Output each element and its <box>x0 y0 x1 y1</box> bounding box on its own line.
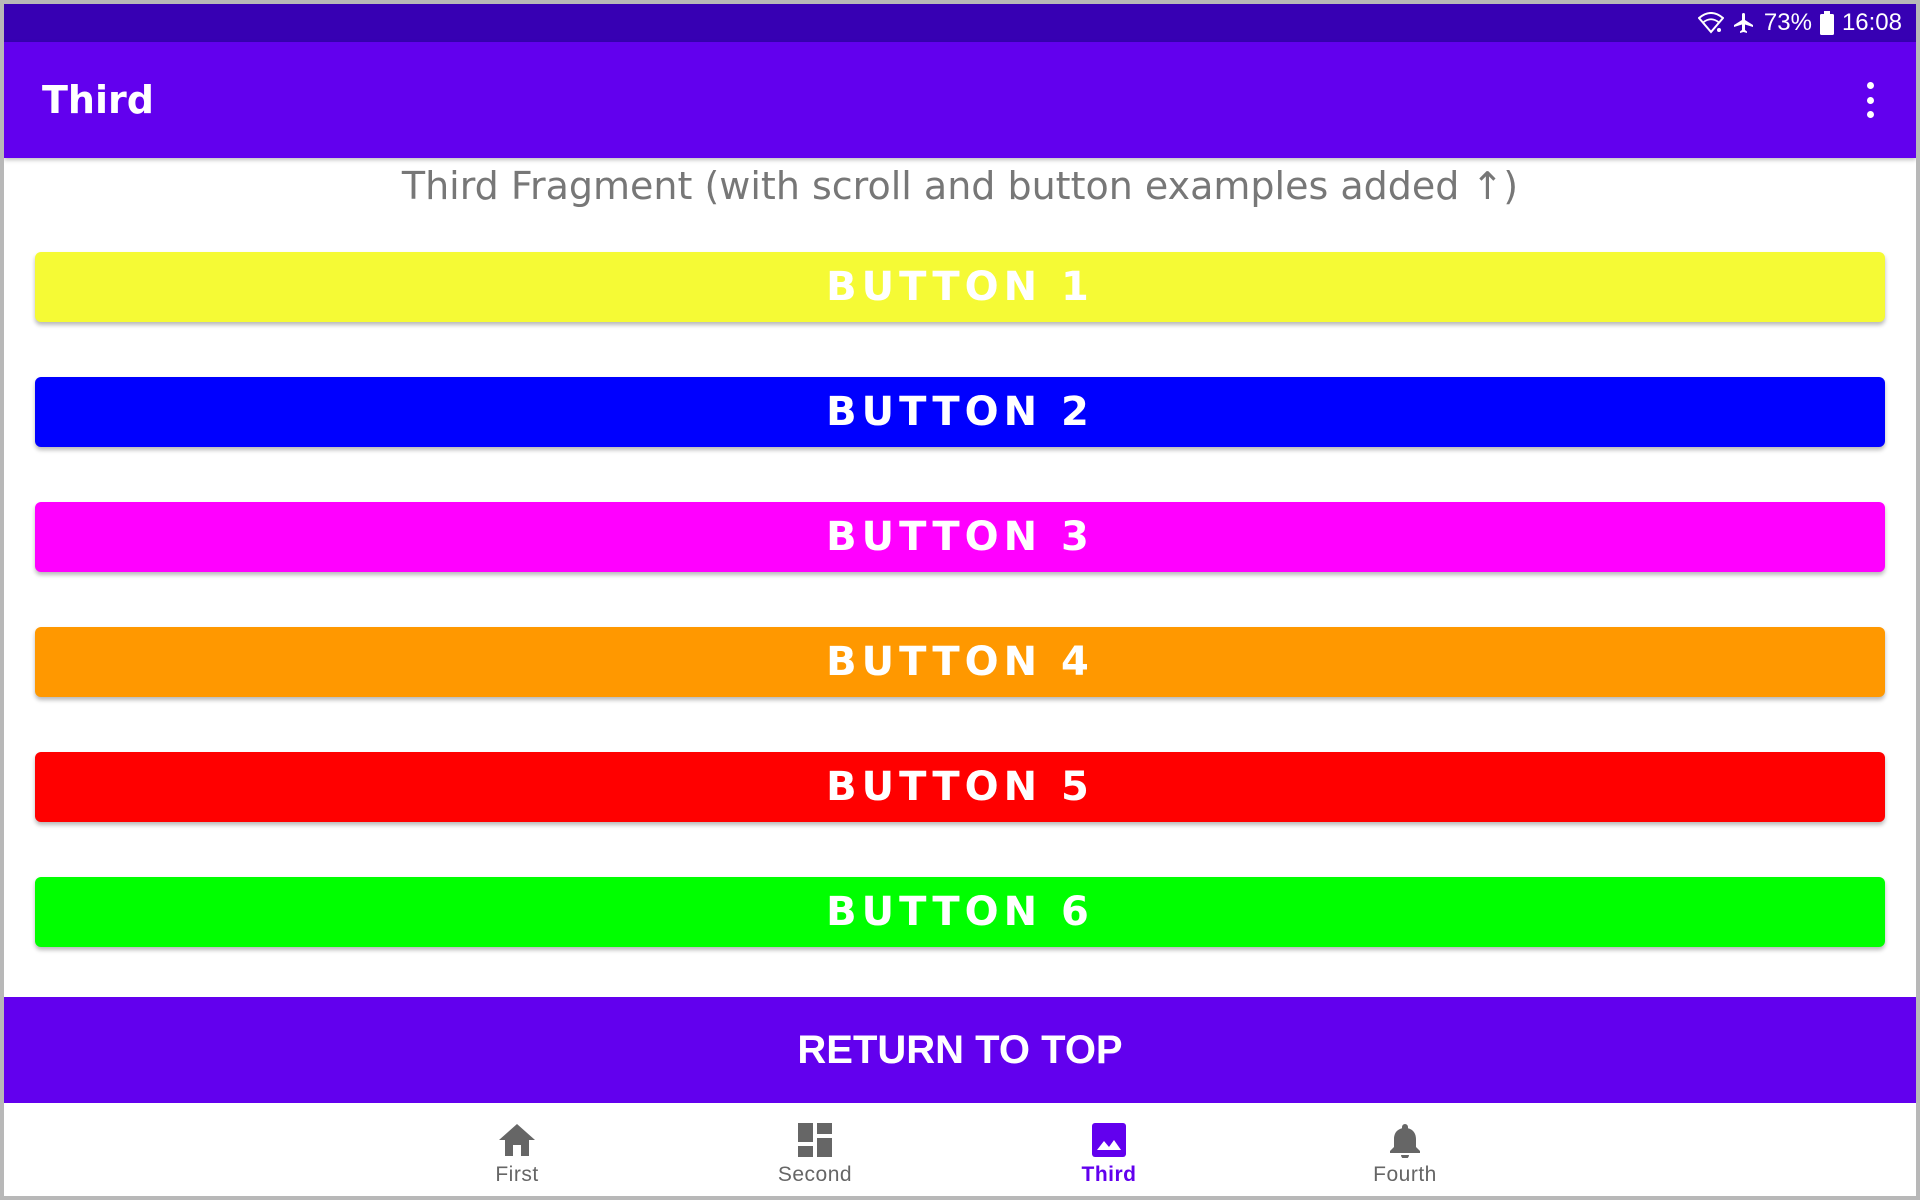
nav-item-first[interactable]: First <box>442 1103 592 1196</box>
bell-icon <box>1389 1121 1421 1159</box>
nav-label-third: Third <box>1081 1163 1137 1186</box>
button-5[interactable]: BUTTON 5 <box>35 752 1885 822</box>
nav-label-second: Second <box>777 1163 853 1186</box>
battery-percent: 73% <box>1763 9 1812 36</box>
button-2[interactable]: BUTTON 2 <box>35 377 1885 447</box>
dashboard-icon <box>798 1121 832 1159</box>
page-title: Third <box>42 78 154 122</box>
return-to-top-button[interactable]: RETURN TO TOP <box>4 997 1916 1103</box>
home-icon <box>498 1121 536 1159</box>
fragment-heading: Third Fragment (with scroll and button e… <box>401 164 1519 208</box>
more-vert-icon[interactable] <box>1860 82 1880 118</box>
status-bar: 73% 16:08 <box>4 4 1916 42</box>
airplane-icon <box>1732 11 1756 35</box>
app-bar: Third <box>4 42 1916 158</box>
battery-icon <box>1819 11 1834 35</box>
nav-label-fourth: Fourth <box>1373 1163 1437 1186</box>
nav-item-second[interactable]: Second <box>740 1103 890 1196</box>
clock: 16:08 <box>1841 9 1902 36</box>
nav-item-third[interactable]: Third <box>1034 1103 1184 1196</box>
app-screen: 73% 16:08 Third Third Fragment (with scr… <box>4 4 1916 1196</box>
wifi-icon <box>1697 12 1724 34</box>
button-6[interactable]: BUTTON 6 <box>35 877 1885 947</box>
button-3[interactable]: BUTTON 3 <box>35 502 1885 572</box>
button-4[interactable]: BUTTON 4 <box>35 627 1885 697</box>
nav-label-first: First <box>495 1163 539 1186</box>
nav-item-fourth[interactable]: Fourth <box>1330 1103 1480 1196</box>
bottom-navigation: First Second Third Fourth <box>4 1103 1916 1196</box>
image-icon <box>1092 1121 1126 1159</box>
button-1[interactable]: BUTTON 1 <box>35 252 1885 322</box>
